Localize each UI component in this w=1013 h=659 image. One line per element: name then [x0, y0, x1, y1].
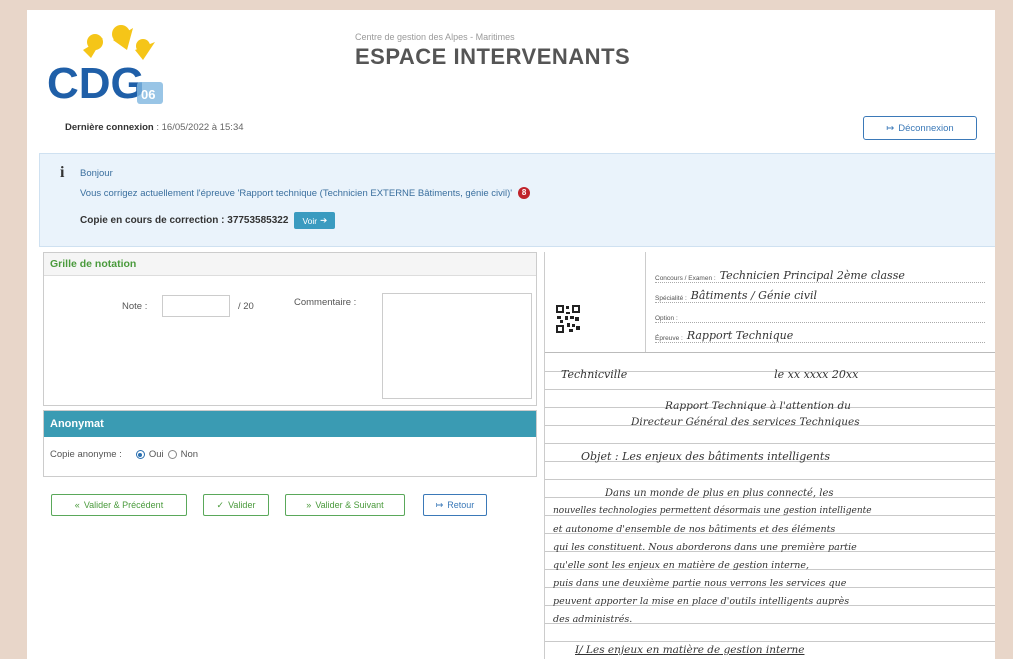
note-label: Note : — [122, 301, 148, 312]
doc-field-option: Option : — [655, 306, 985, 323]
anonymat-panel: Anonymat Copie anonyme : Oui Non — [43, 410, 537, 477]
validate-next-label: Valider & Suivant — [315, 500, 384, 510]
handwriting-line: puis dans une deuxième partie nous verro… — [553, 578, 847, 589]
radio-oui[interactable] — [135, 450, 145, 459]
validate-previous-button[interactable]: « Valider & Précédent — [51, 494, 187, 516]
cdg-logo: CDG 06 — [43, 20, 173, 120]
info-icon: i — [60, 164, 65, 181]
note-max: / 20 — [238, 301, 254, 312]
handwriting-line: Objet : Les enjeux des bâtiments intelli… — [581, 450, 830, 463]
doc-field-label: Option : — [655, 315, 678, 322]
handwriting-line: qu'elle sont les enjeux en matière de ge… — [553, 560, 810, 571]
check-icon: ✓ — [216, 499, 225, 510]
doc-field-label: Épreuve : — [655, 335, 683, 342]
handwritten-page: Technicville le xx xxxx 20xx Rapport Tec… — [545, 354, 995, 659]
count-badge: 8 — [518, 187, 531, 199]
last-login: Dernière connexion : 16/05/2022 à 15:34 — [65, 122, 244, 133]
validate-button[interactable]: ✓ Valider — [203, 494, 269, 516]
doc-field-value: Technicien Principal 2ème classe — [719, 269, 905, 282]
handwriting-line: Dans un monde de plus en plus connecté, … — [605, 488, 834, 499]
logo-badge: 06 — [141, 87, 155, 102]
validate-previous-label: Valider & Précédent — [83, 500, 164, 510]
doc-field-epreuve: Épreuve : Rapport Technique — [655, 326, 985, 343]
handwriting-line: Rapport Technique à l'attention du — [665, 400, 851, 412]
info-message: Vous corrigez actuellement l'épreuve 'Ra… — [80, 187, 513, 199]
note-input[interactable] — [162, 295, 230, 317]
validate-label: Valider — [228, 500, 256, 510]
copy-row: Copie en cours de correction : 377535853… — [80, 212, 336, 229]
qr-code-icon — [555, 304, 581, 334]
validate-next-button[interactable]: » Valider & Suivant — [285, 494, 405, 516]
page-title: ESPACE INTERVENANTS — [355, 44, 631, 69]
handwriting-line: I/ Les enjeux en matière de gestion inte… — [575, 644, 805, 656]
handwriting-line: Directeur Général des services Technique… — [631, 416, 860, 428]
radio-non[interactable] — [167, 450, 177, 459]
logo-lettering: CDG — [47, 59, 145, 108]
anonymat-row: Copie anonyme : Oui Non — [50, 449, 198, 460]
header-subtitle: Centre de gestion des Alpes - Maritimes — [355, 32, 515, 42]
comment-label: Commentaire : — [294, 297, 357, 308]
back-label: Retour — [447, 500, 475, 510]
info-banner: i Bonjour Vous corrigez actuellement l'é… — [39, 153, 995, 247]
logout-icon: ↦ — [886, 122, 895, 134]
doc-field-label: Spécialité : — [655, 295, 687, 302]
handwriting-line: qui les constituent. Nous aborderons dan… — [553, 542, 857, 553]
view-copy-button[interactable]: Voir ➔ — [294, 212, 336, 229]
copy-label: Copie en cours de correction : 377535853… — [80, 215, 289, 226]
handwriting-line: et autonome d'ensemble de nos bâtiments … — [553, 524, 836, 535]
logout-button[interactable]: ↦ Déconnexion — [863, 116, 977, 140]
document-viewer: Concours / Examen : Technicien Principal… — [544, 252, 995, 659]
radio-oui-label: Oui — [148, 449, 164, 460]
handwriting-line: Technicville le xx xxxx 20xx — [561, 368, 859, 381]
handwriting-line: nouvelles technologies permettent désorm… — [553, 506, 872, 516]
last-login-label: Dernière connexion — [65, 122, 154, 133]
doc-field-value: Bâtiments / Génie civil — [690, 289, 818, 302]
doc-field-concours: Concours / Examen : Technicien Principal… — [655, 266, 985, 283]
document-header-divider — [645, 252, 646, 352]
handwriting-line: des administrés. — [553, 614, 633, 625]
doc-field-specialite: Spécialité : Bâtiments / Génie civil — [655, 286, 985, 303]
page: CDG 06 Centre de gestion des Alpes - Mar… — [27, 10, 995, 659]
doc-field-value: Rapport Technique — [686, 329, 794, 342]
arrow-right-icon: ➔ — [320, 215, 328, 225]
last-login-value: : 16/05/2022 à 15:34 — [156, 122, 244, 133]
anonymat-title: Anonymat — [44, 411, 536, 437]
view-label: Voir — [302, 215, 318, 226]
logout-label: Déconnexion — [898, 122, 954, 134]
radio-non-label: Non — [180, 449, 199, 460]
doc-field-label: Concours / Examen : — [655, 275, 716, 282]
double-right-icon: » — [306, 500, 312, 510]
info-greeting: Bonjour — [80, 168, 113, 179]
grading-panel: Grille de notation Note : / 20 Commentai… — [43, 252, 537, 406]
document-header: Concours / Examen : Technicien Principal… — [545, 252, 995, 353]
grading-title: Grille de notation — [44, 253, 536, 276]
info-message-row: Vous corrigez actuellement l'épreuve 'Ra… — [80, 187, 531, 199]
handwriting-line: peuvent apporter la mise en place d'outi… — [553, 596, 850, 607]
double-left-icon: « — [74, 500, 80, 510]
back-icon: ↦ — [435, 499, 444, 510]
anonymat-label: Copie anonyme : — [50, 449, 122, 460]
comment-textarea[interactable] — [382, 293, 532, 399]
back-button[interactable]: ↦ Retour — [423, 494, 487, 516]
